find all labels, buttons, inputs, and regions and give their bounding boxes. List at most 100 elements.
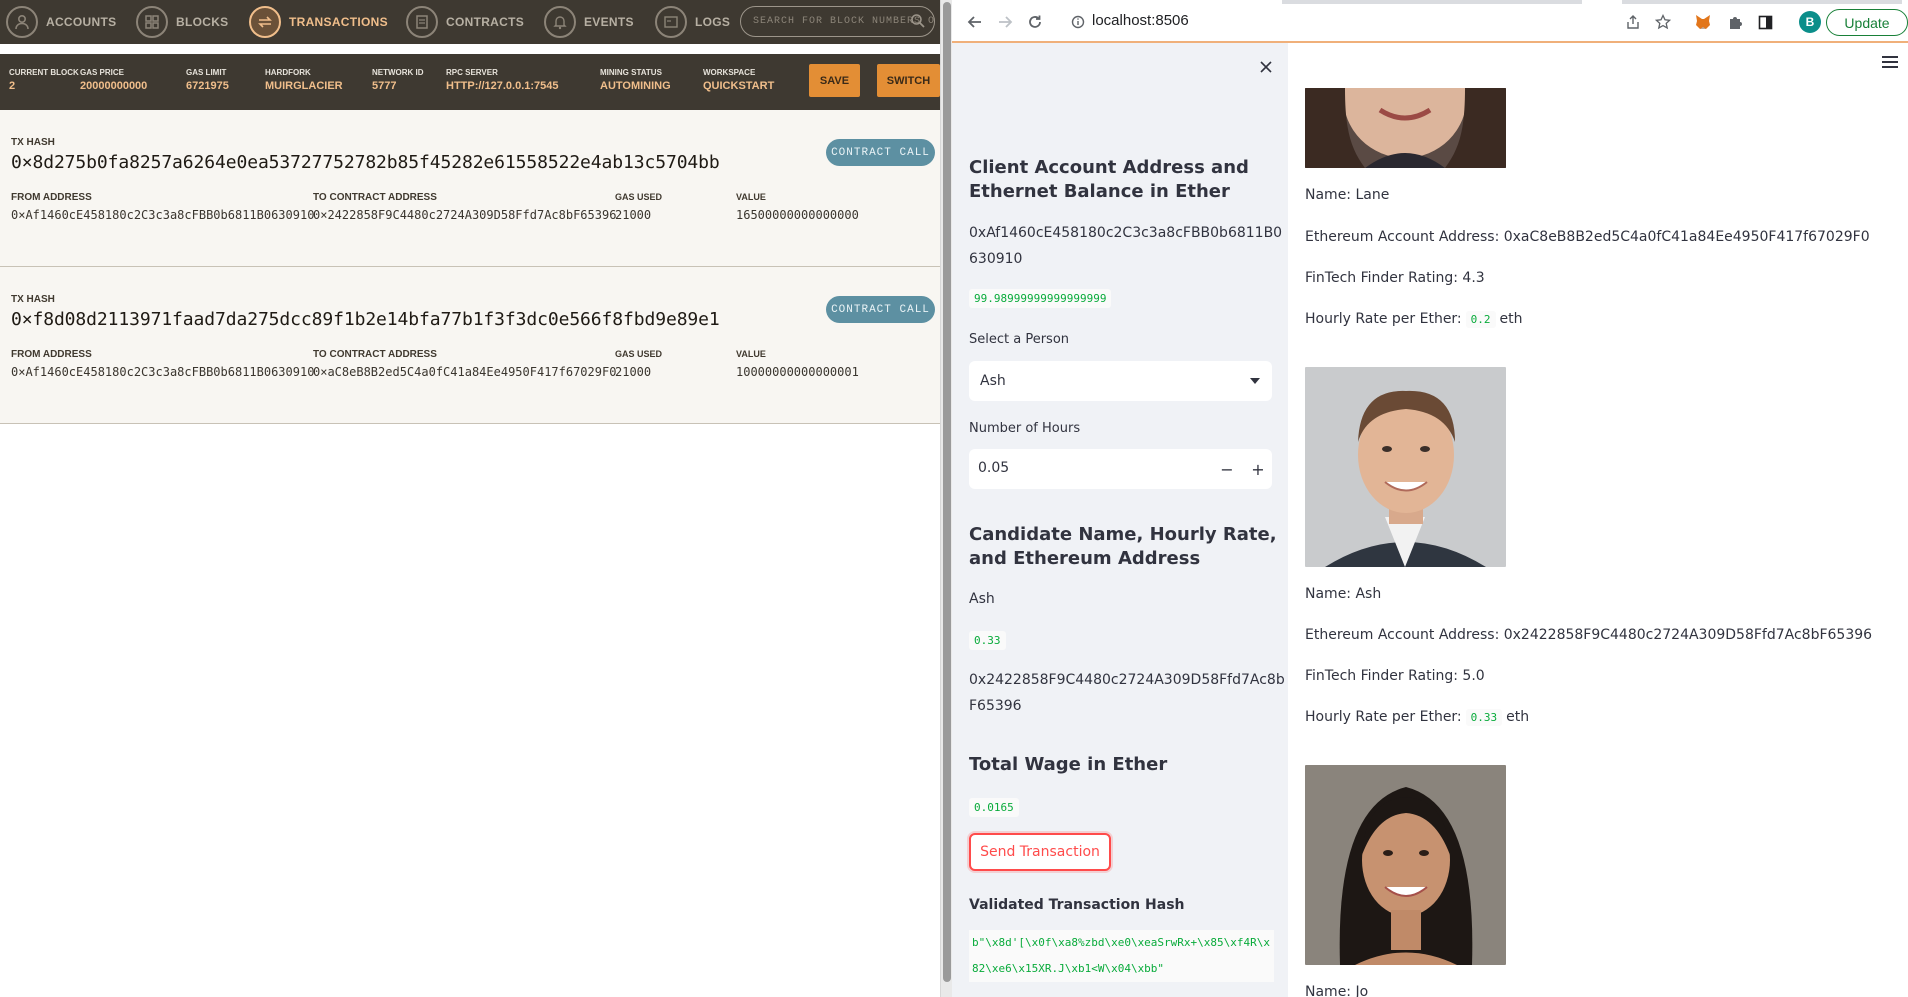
increment-button[interactable]: + bbox=[1245, 458, 1271, 480]
tx-value: 16500000000000000 bbox=[736, 208, 859, 222]
to-contract-address: 0×aC8eB8B2ed5C4a0fC41a84Ee4950F417f67029… bbox=[313, 365, 617, 379]
streamlit-sidebar: Client Account Address and Ethernet Bala… bbox=[952, 43, 1288, 997]
nav-logs[interactable]: LOGS bbox=[655, 0, 730, 44]
ganache-nav-bar: ACCOUNTS BLOCKS TRANSACTIONS CONTRACTS E… bbox=[0, 0, 940, 44]
search-icon bbox=[910, 13, 926, 33]
browser-toolbar: localhost:8506 B Update bbox=[952, 0, 1908, 43]
candidate-photo-ash bbox=[1305, 367, 1506, 567]
candidate-rating-ash: FinTech Finder Rating: 5.0 bbox=[1305, 668, 1485, 684]
candidate-heading: Candidate Name, Hourly Rate, and Ethereu… bbox=[969, 524, 1277, 569]
candidate-rate-ash: Hourly Rate per Ether: 0.33 eth bbox=[1305, 709, 1530, 726]
nav-label: BLOCKS bbox=[176, 15, 229, 29]
send-transaction-button[interactable]: Send Transaction bbox=[969, 833, 1111, 871]
tx-hash: 0×8d275b0fa8257a6264e0ea53727752782b85f4… bbox=[11, 152, 720, 173]
gas-used: 21000 bbox=[615, 365, 652, 379]
nav-label: EVENTS bbox=[584, 15, 634, 29]
close-icon[interactable] bbox=[1258, 59, 1274, 75]
extensions-puzzle-icon[interactable] bbox=[1724, 11, 1746, 33]
forward-icon[interactable] bbox=[994, 11, 1016, 33]
chevron-down-icon bbox=[1250, 378, 1260, 384]
user-icon bbox=[6, 6, 38, 38]
validated-hash-value: b"\x8d'[\x0f\xa8%zbd\xe0\xeaSrwRx+\x85\x… bbox=[969, 930, 1274, 982]
candidate-address-ash: Ethereum Account Address: 0x2422858F9C44… bbox=[1305, 627, 1873, 643]
reload-icon[interactable] bbox=[1024, 11, 1046, 33]
nav-events[interactable]: EVENTS bbox=[544, 0, 634, 44]
update-button[interactable]: Update bbox=[1826, 9, 1908, 36]
candidate-rating-lane: FinTech Finder Rating: 4.3 bbox=[1305, 270, 1485, 286]
hamburger-menu-icon[interactable] bbox=[1882, 56, 1898, 71]
profile-avatar[interactable]: B bbox=[1799, 11, 1821, 33]
browser-window: localhost:8506 B Update Client Account A… bbox=[952, 0, 1908, 997]
wage-heading: Total Wage in Ether bbox=[969, 754, 1168, 775]
candidate-rate: 0.33 bbox=[969, 631, 1006, 650]
from-address: 0×Af1460cE458180c2C3c3a8cFBB0b6811B06309… bbox=[11, 365, 315, 379]
address-bar[interactable]: localhost:8506 bbox=[1092, 12, 1189, 29]
client-balance: 99.98999999999999999 bbox=[969, 289, 1112, 308]
block-tx-search-input[interactable]: SEARCH FOR BLOCK NUMBERS OR TX HASHES bbox=[740, 6, 935, 37]
tx-hash: 0×f8d08d2113971faad7da275dcc89f1b2e14bfa… bbox=[11, 309, 720, 330]
transactions-icon bbox=[249, 6, 281, 38]
share-icon[interactable] bbox=[1622, 11, 1644, 33]
tx-value: 10000000000000001 bbox=[736, 365, 859, 379]
nav-accounts[interactable]: ACCOUNTS bbox=[6, 0, 116, 44]
nav-label: LOGS bbox=[695, 15, 731, 29]
person-select[interactable]: Ash bbox=[969, 361, 1272, 401]
scrollbar-thumb[interactable] bbox=[943, 2, 951, 982]
back-icon[interactable] bbox=[964, 11, 986, 33]
contract-call-badge: CONTRACT CALL bbox=[826, 139, 935, 166]
candidate-rate-lane: Hourly Rate per Ether: 0.2 eth bbox=[1305, 311, 1523, 328]
contracts-icon bbox=[406, 6, 438, 38]
select-person-label: Select a Person bbox=[969, 332, 1070, 347]
mining-status-field: MINING STATUS AUTOMINING bbox=[600, 68, 671, 92]
validated-hash-heading: Validated Transaction Hash bbox=[969, 897, 1185, 913]
contract-call-badge: CONTRACT CALL bbox=[826, 296, 935, 323]
side-panel-icon[interactable] bbox=[1754, 11, 1776, 33]
to-contract-address: 0×2422858F9C4480c2724A309D58Ffd7Ac8bF653… bbox=[313, 208, 617, 222]
candidate-photo-lane bbox=[1305, 88, 1506, 168]
client-heading: Client Account Address and Ethernet Bala… bbox=[969, 157, 1249, 202]
selected-person: Ash bbox=[980, 373, 1006, 389]
client-address: 0xAf1460cE458180c2C3c3a8cFBB0b6811B06309… bbox=[969, 225, 1283, 267]
transaction-row[interactable]: TX HASH 0×8d275b0fa8257a6264e0ea53727752… bbox=[0, 110, 940, 267]
candidate-address: 0x2422858F9C4480c2724A309D58Ffd7Ac8bF653… bbox=[969, 672, 1285, 714]
candidate-photo-jo bbox=[1305, 765, 1506, 965]
hours-value[interactable]: 0.05 bbox=[978, 460, 1009, 476]
metamask-fox-icon[interactable] bbox=[1692, 11, 1714, 33]
candidate-address-lane: Ethereum Account Address: 0xaC8eB8B2ed5C… bbox=[1305, 229, 1870, 245]
nav-label: CONTRACTS bbox=[446, 15, 525, 29]
bookmark-star-icon[interactable] bbox=[1652, 11, 1674, 33]
search-placeholder: SEARCH FOR BLOCK NUMBERS OR TX HASHES bbox=[753, 16, 935, 27]
gas-used: 21000 bbox=[615, 208, 652, 222]
candidate-name-ash: Name: Ash bbox=[1305, 586, 1382, 602]
nav-blocks[interactable]: BLOCKS bbox=[136, 0, 228, 44]
streamlit-main: Name: Lane Ethereum Account Address: 0xa… bbox=[1288, 43, 1908, 997]
logs-icon bbox=[655, 6, 687, 38]
gas-price-field: GAS PRICE 20000000000 bbox=[80, 68, 148, 92]
nav-transactions[interactable]: TRANSACTIONS bbox=[249, 0, 388, 44]
candidate-name-lane: Name: Lane bbox=[1305, 187, 1390, 203]
save-button[interactable]: SAVE bbox=[809, 64, 860, 97]
window-scrollbar[interactable] bbox=[940, 0, 952, 997]
hardfork-field: HARDFORK MUIRGLACIER bbox=[265, 68, 343, 92]
nav-contracts[interactable]: CONTRACTS bbox=[406, 0, 524, 44]
decrement-button[interactable]: − bbox=[1214, 458, 1240, 480]
current-block-field: CURRENT BLOCK 2 bbox=[9, 68, 79, 92]
transaction-row[interactable]: TX HASH 0×f8d08d2113971faad7da275dcc89f1… bbox=[0, 267, 940, 424]
from-address: 0×Af1460cE458180c2C3c3a8cFBB0b6811B06309… bbox=[11, 208, 315, 222]
workspace-field: WORKSPACE QUICKSTART bbox=[703, 68, 775, 92]
ganache-window: ACCOUNTS BLOCKS TRANSACTIONS CONTRACTS E… bbox=[0, 0, 940, 997]
switch-button[interactable]: SWITCH bbox=[877, 64, 940, 97]
gas-limit-field: GAS LIMIT 6721975 bbox=[186, 68, 229, 92]
bell-icon bbox=[544, 6, 576, 38]
nav-label: TRANSACTIONS bbox=[289, 15, 388, 29]
blocks-icon bbox=[136, 6, 168, 38]
nav-label: ACCOUNTS bbox=[46, 15, 117, 29]
network-id-field: NETWORK ID 5777 bbox=[372, 68, 424, 92]
site-info-icon[interactable] bbox=[1067, 11, 1089, 33]
hours-number-input[interactable]: 0.05 − + bbox=[969, 449, 1272, 489]
candidate-name: Ash bbox=[969, 591, 995, 607]
hours-label: Number of Hours bbox=[969, 421, 1081, 436]
ganache-info-bar: CURRENT BLOCK 2 GAS PRICE 20000000000 GA… bbox=[0, 54, 940, 110]
candidate-name-jo: Name: Jo bbox=[1305, 984, 1369, 997]
wage-value: 0.0165 bbox=[969, 798, 1019, 817]
